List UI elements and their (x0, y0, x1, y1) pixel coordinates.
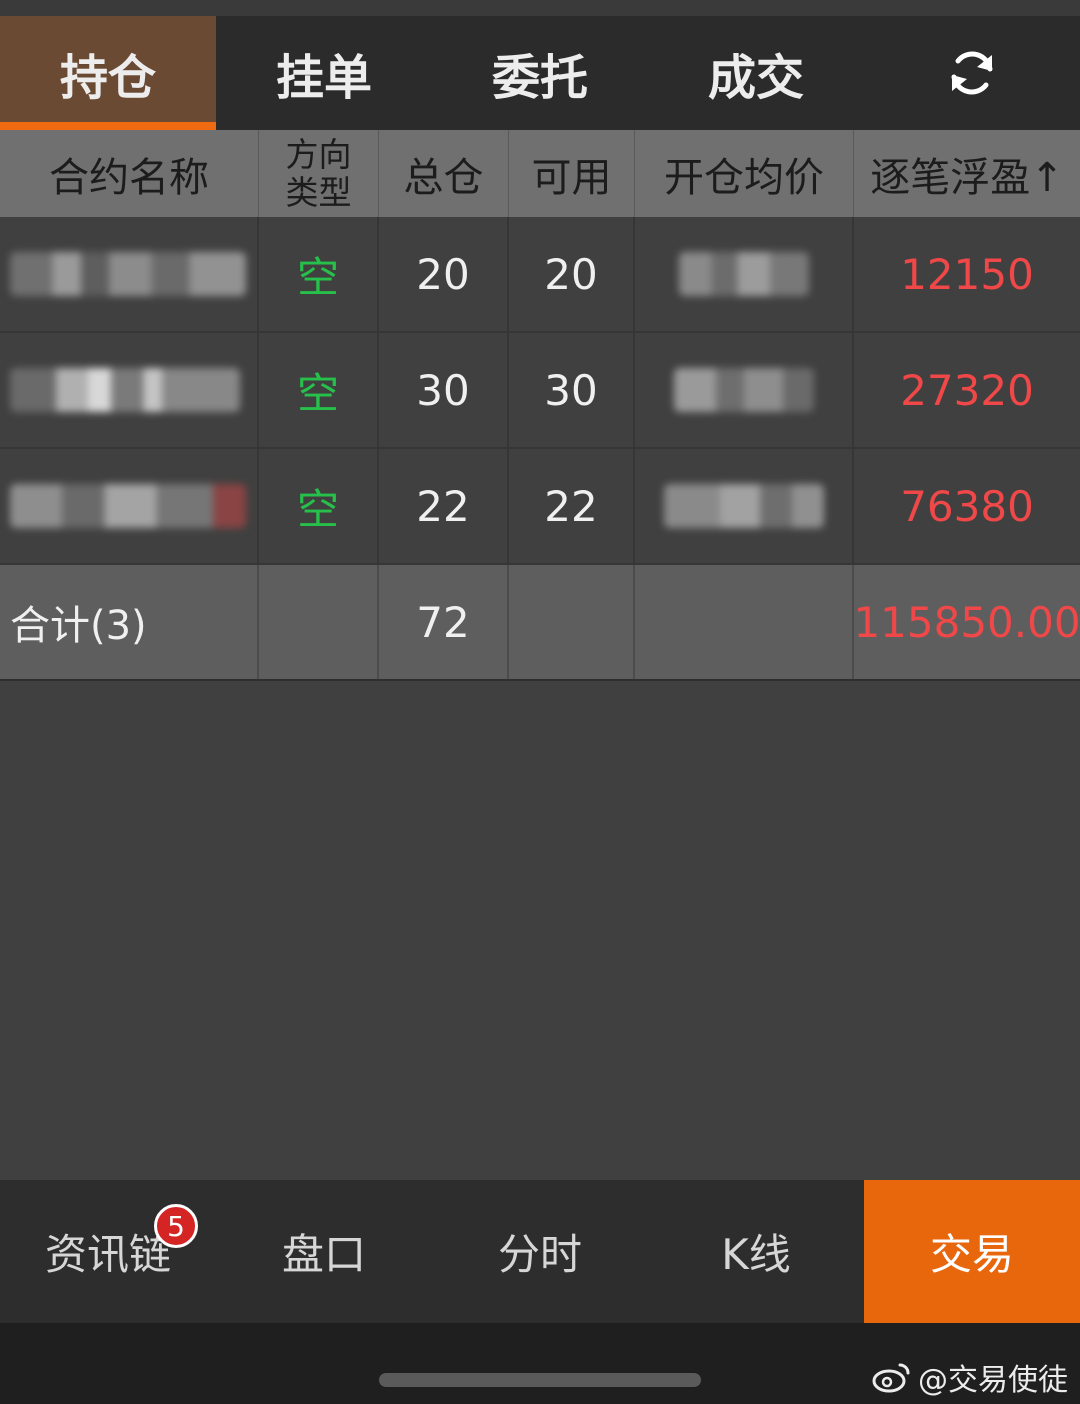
refresh-button[interactable] (864, 16, 1080, 130)
home-indicator[interactable] (379, 1373, 701, 1387)
table-row[interactable]: 空 30 30 27320 (0, 333, 1080, 449)
table-row[interactable]: 空 20 20 12150 (0, 217, 1080, 333)
contract-name-redacted (0, 449, 259, 563)
nav-trade[interactable]: 交易 (864, 1180, 1080, 1323)
header-available[interactable]: 可用 (509, 130, 635, 217)
profit-cell: 76380 (900, 481, 1034, 531)
available-cell: 22 (509, 449, 635, 563)
nav-order-book[interactable]: 盘口 (216, 1180, 432, 1323)
top-tabs: 持仓 挂单 委托 成交 (0, 16, 1080, 130)
summary-direction-empty (259, 565, 379, 679)
total-cell: 20 (379, 217, 509, 331)
tab-pending-orders[interactable]: 挂单 (216, 16, 432, 130)
contract-name-redacted (0, 333, 259, 447)
open-price-redacted (635, 333, 854, 447)
direction-cell: 空 (259, 333, 379, 447)
table-header: 合约名称 方向类型 总仓 可用 开仓均价 逐笔浮盈↑ (0, 130, 1080, 217)
nav-news-chain[interactable]: 资讯链 5 (0, 1180, 216, 1323)
watermark: @交易使徒 (872, 1355, 1068, 1399)
available-cell: 20 (509, 217, 635, 331)
header-open-avg-price[interactable]: 开仓均价 (635, 130, 854, 217)
notification-badge: 5 (154, 1204, 198, 1248)
table-row[interactable]: 空 22 22 76380 (0, 449, 1080, 565)
tab-orders[interactable]: 委托 (432, 16, 648, 130)
summary-row: 合计(3) 72 115850.00 (0, 565, 1080, 681)
header-total-position[interactable]: 总仓 (379, 130, 509, 217)
header-direction-type[interactable]: 方向类型 (259, 130, 379, 217)
bottom-nav: 资讯链 5 盘口 分时 K线 交易 (0, 1180, 1080, 1323)
open-price-redacted (635, 217, 854, 331)
summary-profit: 115850.00 (853, 597, 1080, 647)
total-cell: 30 (379, 333, 509, 447)
nav-intraday[interactable]: 分时 (432, 1180, 648, 1323)
open-price-redacted (635, 449, 854, 563)
status-strip (0, 0, 1080, 16)
nav-kline[interactable]: K线 (648, 1180, 864, 1323)
summary-available-empty (509, 565, 635, 679)
summary-price-empty (635, 565, 854, 679)
header-direction-type-label: 方向类型 (285, 134, 352, 212)
refresh-icon (951, 51, 993, 95)
weibo-icon (872, 1363, 910, 1393)
direction-cell: 空 (259, 449, 379, 563)
profit-cell: 12150 (900, 249, 1034, 299)
summary-total: 72 (379, 565, 509, 679)
nav-news-chain-label: 资讯链 (44, 1230, 171, 1279)
header-floating-profit[interactable]: 逐笔浮盈↑ (854, 130, 1080, 217)
profit-cell: 27320 (900, 365, 1034, 415)
positions-table: 合约名称 方向类型 总仓 可用 开仓均价 逐笔浮盈↑ 空 20 20 12150… (0, 130, 1080, 681)
direction-cell: 空 (259, 217, 379, 331)
summary-label: 合计(3) (0, 565, 259, 679)
tab-positions[interactable]: 持仓 (0, 16, 216, 130)
total-cell: 22 (379, 449, 509, 563)
header-contract-name[interactable]: 合约名称 (0, 130, 259, 217)
watermark-text: @交易使徒 (918, 1363, 1068, 1398)
contract-name-redacted (0, 217, 259, 331)
available-cell: 30 (509, 333, 635, 447)
tab-trades[interactable]: 成交 (648, 16, 864, 130)
